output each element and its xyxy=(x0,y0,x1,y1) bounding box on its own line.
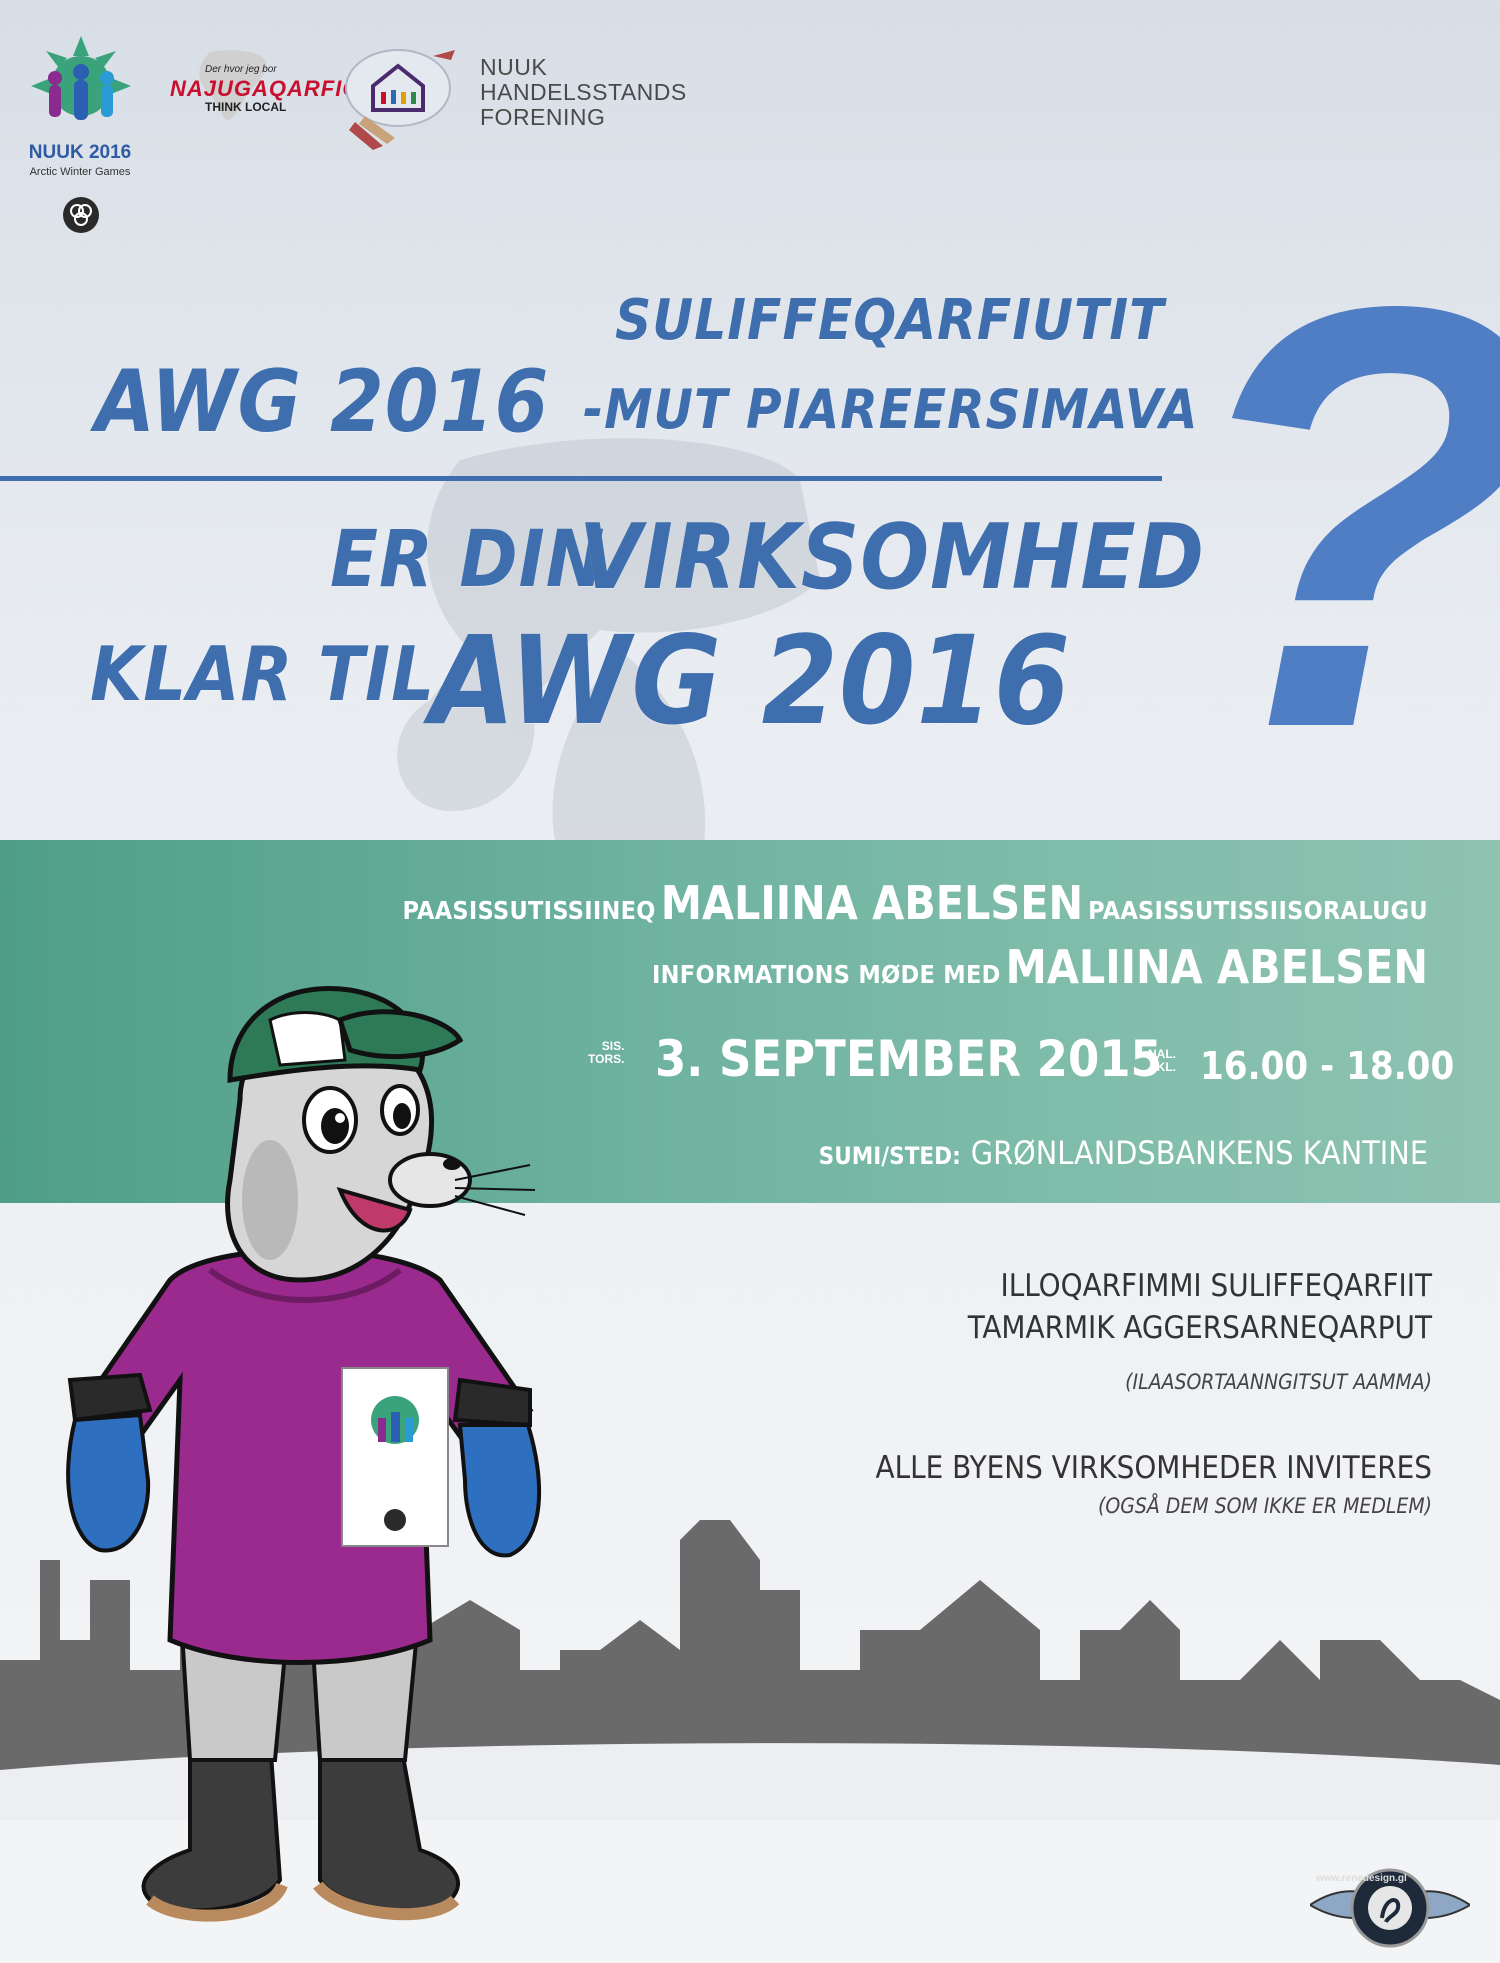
place-label: SUMI/STED: xyxy=(818,1142,961,1170)
awg-rings-icon xyxy=(63,197,99,233)
nuuk-2016-logo xyxy=(31,36,131,120)
place-value: GRØNLANDSBANKENS KANTINE xyxy=(970,1134,1428,1172)
invite-da-line: ALLE BYENS VIRKSOMHEDER INVITERES xyxy=(875,1450,1432,1486)
headline-da-awg: AWG 2016 xyxy=(430,610,1072,752)
rene-design-url: www.renedesign.gl xyxy=(1316,1873,1407,1884)
headline-divider xyxy=(0,476,1162,481)
seal-mascot-illustration xyxy=(66,986,542,1922)
headline-da-er-din: ER DIN xyxy=(330,515,606,605)
invite-da-note: (OGSÅ DEM SOM IKKE ER MEDLEM) xyxy=(1097,1494,1432,1518)
time-label-stack: NAL. KL. xyxy=(1148,1048,1176,1074)
meeting-place: SUMI/STED: GRØNLANDSBANKENS KANTINE xyxy=(819,1134,1428,1172)
nhf-logo-icon xyxy=(345,49,455,150)
najugaqarfiga-tagline: Der hvor jeg bor xyxy=(205,64,277,75)
meeting-time: 16.00 - 18.00 xyxy=(1200,1044,1455,1088)
meeting-speaker-name-kl: MALIINA ABELSEN xyxy=(660,876,1084,930)
najugaqarfiga-subtitle: THINK LOCAL xyxy=(205,100,287,114)
nhf-logo-text: NUUK HANDELSSTANDS FORENING xyxy=(480,55,687,130)
meeting-da-prefix: INFORMATIONS MØDE MED xyxy=(652,960,1001,989)
nuuk-logo-title: NUUK 2016 xyxy=(28,142,132,163)
nuuk-logo-subtitle: Arctic Winter Games xyxy=(29,166,131,178)
invite-kl-note: (ILAASORTAANNGITSUT AAMMA) xyxy=(1125,1370,1432,1394)
nhf-line-2: HANDELSSTANDS xyxy=(480,79,687,105)
meeting-kl-line: PAASISSUTISSIINEQ MALIINA ABELSEN PAASIS… xyxy=(403,876,1428,930)
nhf-line-3: FORENING xyxy=(480,104,606,130)
meeting-date: 3. SEPTEMBER 2015 xyxy=(655,1030,1162,1088)
time-label: NAL. KL. xyxy=(1148,1048,1176,1074)
question-mark: ? xyxy=(1178,218,1500,818)
invite-kl-line-1: ILLOQARFIMMI SULIFFEQARFIIT xyxy=(1000,1268,1433,1304)
headline-da-klar-til: KLAR TIL xyxy=(90,630,436,718)
nhf-line-1: NUUK xyxy=(480,54,548,80)
time-label-kl: NAL. xyxy=(1148,1047,1176,1061)
headline-kl-line-1: SULIFFEQARFIUTIT xyxy=(615,288,1165,353)
meeting-kl-suffix: PAASISSUTISSIISORALUGU xyxy=(1088,896,1428,925)
meeting-kl-prefix: PAASISSUTISSIINEQ xyxy=(402,896,656,925)
headline-kl-line-2: -MUT PIAREERSIMAVA xyxy=(583,378,1199,441)
meeting-speaker-name-da: MALIINA ABELSEN xyxy=(1005,940,1428,994)
meeting-da-line: INFORMATIONS MØDE MED MALIINA ABELSEN xyxy=(652,940,1428,994)
headline-kl-awg: AWG 2016 xyxy=(95,352,550,452)
time-label-da: KL. xyxy=(1156,1060,1176,1074)
headline-da-virksomhed: VIRKSOMHED xyxy=(579,505,1205,610)
invite-kl-line-2: TAMARMIK AGGERSARNEQARPUT xyxy=(967,1310,1432,1346)
